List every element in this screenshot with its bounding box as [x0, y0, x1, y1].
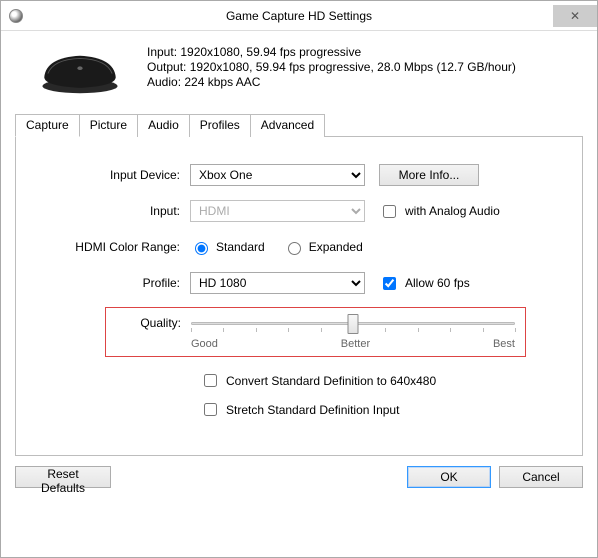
stretch-sd-label: Stretch Standard Definition Input [226, 403, 399, 417]
convert-sd-input[interactable] [204, 374, 217, 387]
device-image [35, 45, 125, 95]
titlebar: Game Capture HD Settings ✕ [1, 1, 597, 31]
stretch-sd-input[interactable] [204, 403, 217, 416]
tab-advanced[interactable]: Advanced [250, 114, 325, 137]
allow60-input[interactable] [383, 277, 396, 290]
output-info-line: Output: 1920x1080, 59.94 fps progressive… [147, 60, 516, 75]
device-info: Input: 1920x1080, 59.94 fps progressive … [147, 45, 516, 95]
label-hdmi-color: HDMI Color Range: [40, 240, 190, 254]
allow60-checkbox[interactable]: Allow 60 fps [379, 274, 470, 293]
tab-profiles[interactable]: Profiles [189, 114, 251, 137]
quality-row-highlight: Quality: [105, 307, 526, 357]
tab-picture[interactable]: Picture [79, 114, 138, 137]
tab-body-capture: Input Device: Xbox One More Info... Inpu… [15, 136, 583, 456]
slider-label-best: Best [493, 338, 515, 350]
color-range-group: Standard Expanded [190, 239, 363, 255]
slider-label-better: Better [341, 338, 370, 350]
input-device-select[interactable]: Xbox One [190, 164, 365, 186]
radio-expanded[interactable]: Expanded [283, 239, 363, 255]
convert-sd-label: Convert Standard Definition to 640x480 [226, 374, 436, 388]
input-select: HDMI [190, 200, 365, 222]
dialog-footer: Reset Defaults OK Cancel [15, 466, 583, 488]
tab-container: Capture Picture Audio Profiles Advanced … [15, 113, 583, 456]
label-input: Input: [40, 204, 190, 218]
quality-slider[interactable] [191, 314, 515, 336]
label-profile: Profile: [40, 276, 190, 290]
slider-label-good: Good [191, 338, 218, 350]
cancel-button[interactable]: Cancel [499, 466, 583, 488]
more-info-button[interactable]: More Info... [379, 164, 479, 186]
audio-info-line: Audio: 224 kbps AAC [147, 75, 516, 90]
ok-button[interactable]: OK [407, 466, 491, 488]
convert-sd-checkbox[interactable]: Convert Standard Definition to 640x480 [200, 371, 436, 390]
radio-expanded-label: Expanded [309, 240, 363, 254]
with-analog-checkbox[interactable]: with Analog Audio [379, 202, 500, 221]
radio-expanded-input[interactable] [288, 242, 301, 255]
with-analog-input[interactable] [383, 205, 396, 218]
tab-capture[interactable]: Capture [15, 114, 80, 137]
radio-standard[interactable]: Standard [190, 239, 265, 255]
profile-select[interactable]: HD 1080 [190, 272, 365, 294]
device-header: Input: 1920x1080, 59.94 fps progressive … [35, 45, 583, 95]
radio-standard-label: Standard [216, 240, 265, 254]
radio-standard-input[interactable] [195, 242, 208, 255]
quality-slider-thumb[interactable] [348, 314, 359, 334]
tab-audio[interactable]: Audio [137, 114, 190, 137]
reset-defaults-button[interactable]: Reset Defaults [15, 466, 111, 488]
window-title: Game Capture HD Settings [1, 9, 597, 23]
tab-strip: Capture Picture Audio Profiles Advanced [15, 114, 583, 137]
dialog-content: Input: 1920x1080, 59.94 fps progressive … [1, 31, 597, 498]
label-quality: Quality: [106, 314, 191, 330]
label-input-device: Input Device: [40, 168, 190, 182]
input-info-line: Input: 1920x1080, 59.94 fps progressive [147, 45, 516, 60]
allow60-label: Allow 60 fps [405, 276, 470, 290]
with-analog-label: with Analog Audio [405, 204, 500, 218]
stretch-sd-checkbox[interactable]: Stretch Standard Definition Input [200, 400, 399, 419]
